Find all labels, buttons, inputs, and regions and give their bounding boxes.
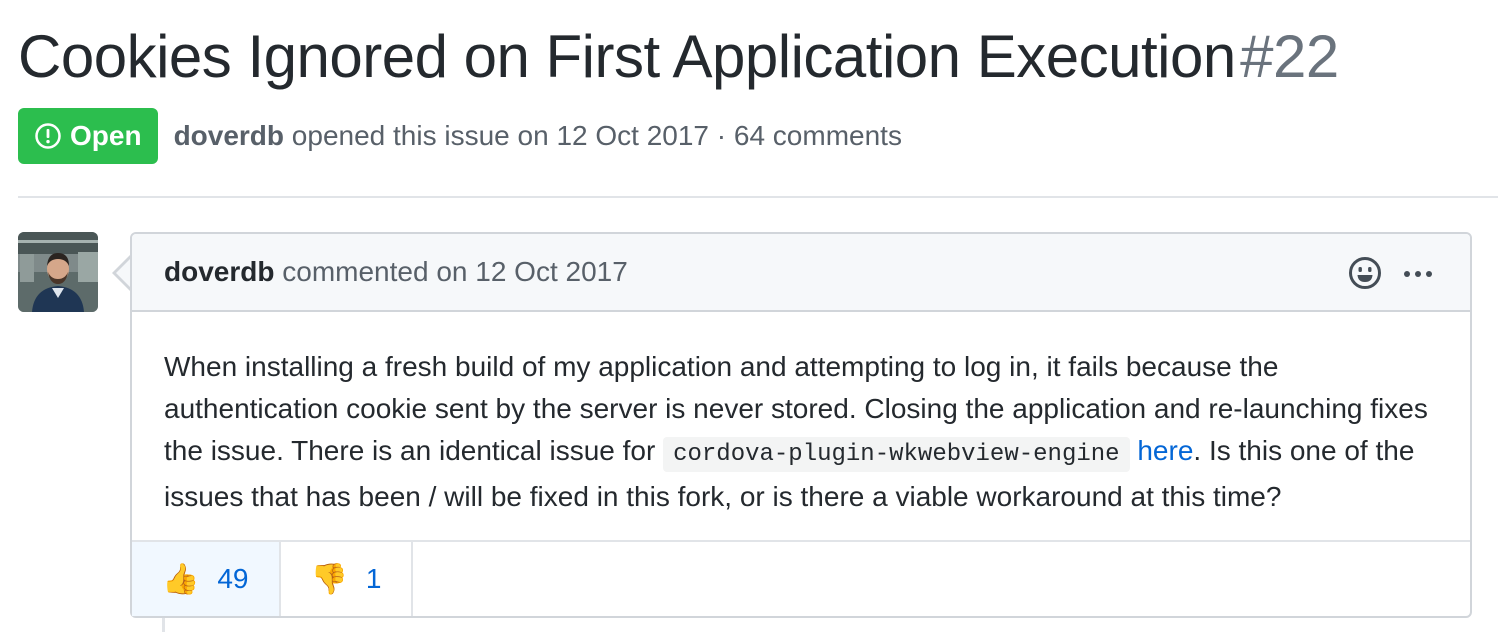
thumbs-up-icon: 👍 xyxy=(162,561,200,597)
issue-meta-text: doverdb opened this issue on 12 Oct 2017… xyxy=(174,120,902,152)
issue-title: Cookies Ignored on First Application Exe… xyxy=(18,23,1236,90)
add-reaction-icon[interactable] xyxy=(1348,256,1382,290)
reaction-thumbs-down-button[interactable]: 👎 1 xyxy=(281,542,414,616)
timeline-line xyxy=(162,618,165,632)
comment-body: When installing a fresh build of my appl… xyxy=(132,312,1470,542)
issue-opened-icon xyxy=(35,123,61,149)
more-options-icon[interactable] xyxy=(1402,260,1434,288)
comment-timestamp[interactable]: commented on 12 Oct 2017 xyxy=(274,256,628,287)
inline-code: cordova-plugin-wkwebview-engine xyxy=(663,437,1130,472)
comment-card: doverdb commented on 12 Oct 2017 When in… xyxy=(130,232,1472,618)
reaction-thumbs-up-count: 49 xyxy=(217,563,249,594)
reactions-bar: 👍 49 👎 1 xyxy=(132,540,1470,616)
comment-author-link[interactable]: doverdb xyxy=(164,256,274,287)
issue-link[interactable]: here xyxy=(1137,435,1193,466)
status-label: Open xyxy=(70,120,142,151)
comment-header: doverdb commented on 12 Oct 2017 xyxy=(132,234,1470,312)
issue-title-row: Cookies Ignored on First Application Exe… xyxy=(18,22,1339,91)
comment-meta: doverdb commented on 12 Oct 2017 xyxy=(164,256,628,288)
reaction-thumbs-up-button[interactable]: 👍 49 xyxy=(132,542,281,616)
avatar[interactable] xyxy=(18,232,98,312)
header-divider xyxy=(18,196,1498,198)
reaction-thumbs-down-count: 1 xyxy=(365,563,382,594)
issue-meta-details: opened this issue on 12 Oct 2017 · 64 co… xyxy=(284,120,902,151)
issue-meta: Open doverdb opened this issue on 12 Oct… xyxy=(18,108,902,164)
status-badge: Open xyxy=(18,108,158,164)
issue-number: #22 xyxy=(1240,23,1339,90)
issue-author-link[interactable]: doverdb xyxy=(174,120,284,151)
thumbs-down-icon: 👎 xyxy=(310,561,348,597)
